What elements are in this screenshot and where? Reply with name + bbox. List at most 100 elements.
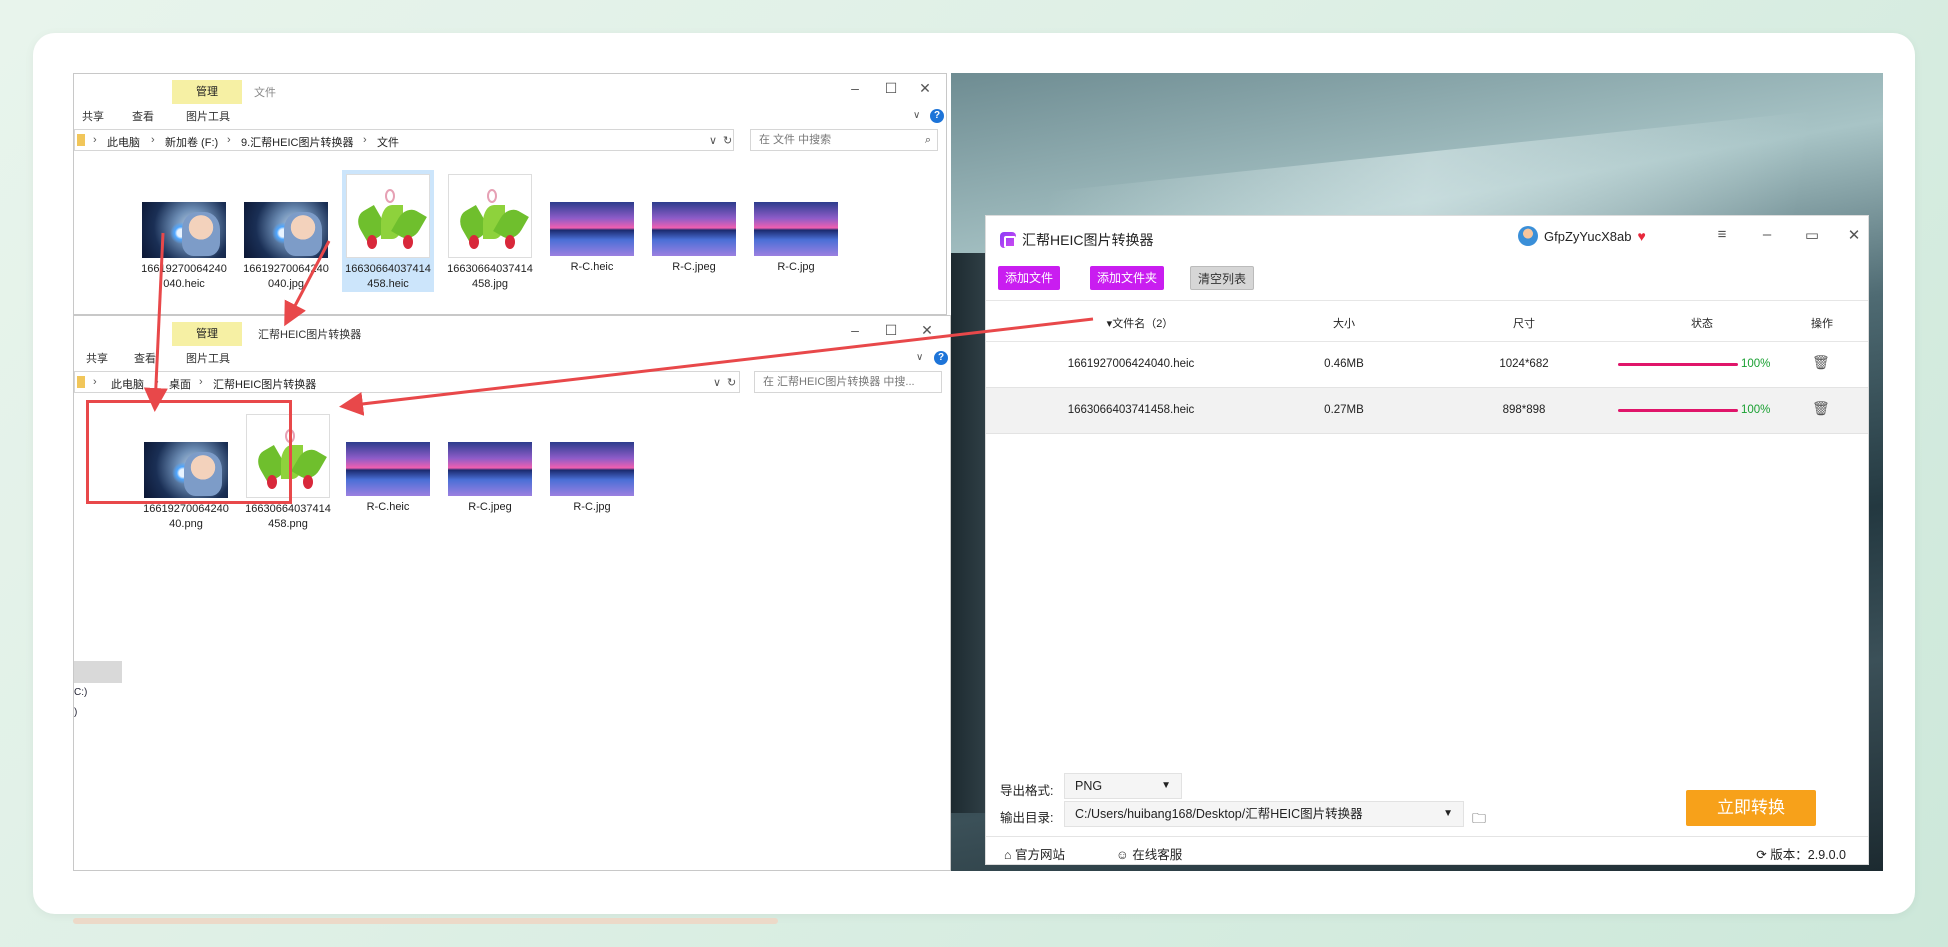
column-status: 状态 — [1691, 318, 1713, 330]
tab-manage[interactable]: 管理 — [172, 322, 242, 346]
add-file-button[interactable]: 添加文件 — [998, 266, 1061, 290]
official-site-label: 官方网站 — [1015, 848, 1066, 862]
file-item[interactable]: R-C.jpeg — [648, 198, 740, 275]
trash-icon[interactable]: 🗑 — [1812, 400, 1830, 417]
maximize-icon[interactable]: ☐ — [880, 322, 902, 339]
convert-now-button[interactable]: 立即转换 — [1686, 790, 1816, 826]
chevron-down-icon[interactable]: ∨ — [916, 352, 923, 363]
address-bar[interactable]: › 此电脑 › 新加卷 (F:) › 9.汇帮HEIC图片转换器 › 文件 ∨ … — [74, 129, 734, 151]
trash-icon[interactable]: 🗑 — [1812, 354, 1830, 371]
lake-thumbnail — [754, 202, 838, 256]
file-name-line: 16619270064240 — [141, 263, 227, 275]
file-item[interactable]: 16619270064240 040.heic — [138, 198, 230, 292]
lake-thumbnail — [550, 442, 634, 496]
breadcrumb-desktop[interactable]: 桌面 — [169, 376, 191, 392]
refresh-icon: ⟳ — [1756, 848, 1767, 862]
tab-share[interactable]: 共享 — [82, 108, 104, 124]
online-service-link[interactable]: ☺ 在线客服 — [1116, 844, 1182, 863]
lake-thumbnail — [346, 442, 430, 496]
version-info[interactable]: ⟳ 版本：2.9.0.0 — [1756, 844, 1846, 863]
column-name[interactable]: ▾文件名（2） — [1070, 315, 1210, 331]
output-dir-select[interactable]: C:/Users/huibang168/Desktop/汇帮HEIC图片转换器 ▼ — [1064, 801, 1464, 827]
tab-view[interactable]: 查看 — [134, 350, 156, 366]
file-item[interactable]: R-C.jpg — [546, 438, 638, 515]
sidebar-selected-item[interactable] — [74, 661, 122, 683]
tab-share[interactable]: 共享 — [86, 350, 108, 366]
file-size: 0.27MB — [1324, 404, 1364, 416]
help-icon[interactable]: ? — [930, 109, 944, 123]
horizontal-scrollbar[interactable] — [73, 918, 778, 924]
column-dimensions: 尺寸 — [1513, 318, 1535, 330]
tab-manage[interactable]: 管理 — [172, 80, 242, 104]
tab-picture-tools[interactable]: 图片工具 — [186, 108, 230, 124]
output-dir-label: 输出目录: — [1000, 811, 1054, 825]
tab-view[interactable]: 查看 — [132, 108, 154, 124]
close-icon[interactable]: ✕ — [916, 322, 938, 339]
file-name-line: 16619270064240 — [243, 263, 329, 275]
online-service-label: 在线客服 — [1132, 848, 1183, 862]
vip-heart-icon: ♥ — [1637, 228, 1646, 244]
version-label: 版本：2.9.0.0 — [1770, 848, 1846, 862]
highlight-box — [86, 400, 292, 504]
sidebar-drive-label[interactable]: C:) — [74, 687, 87, 698]
table-header: ▾文件名（2） 大小 尺寸 状态 操作 — [986, 300, 1868, 342]
export-format-select[interactable]: PNG ▼ — [1064, 773, 1182, 799]
tab-file[interactable]: 文件 — [254, 84, 276, 100]
search-input[interactable]: 在 汇帮HEIC图片转换器 中搜... — [754, 371, 942, 393]
refresh-icon[interactable]: ↻ — [727, 376, 736, 389]
breadcrumb-folder[interactable]: 9.汇帮HEIC图片转换器 — [241, 134, 353, 150]
breadcrumb-current[interactable]: 汇帮HEIC图片转换器 — [213, 376, 316, 392]
tab-picture-tools[interactable]: 图片工具 — [186, 350, 230, 366]
minimize-icon[interactable]: – — [844, 80, 866, 96]
explorer-window-output: 管理 汇帮HEIC图片转换器 共享 查看 图片工具 – ☐ ✕ ∨ ? › 此电… — [73, 315, 951, 871]
app-logo-icon — [1000, 232, 1016, 248]
file-item[interactable]: R-C.heic — [546, 198, 638, 275]
breadcrumb-this-pc[interactable]: 此电脑 — [111, 376, 144, 392]
chevron-down-icon[interactable]: ∨ — [709, 134, 717, 147]
chevron-down-icon[interactable]: ∨ — [913, 110, 920, 121]
file-item[interactable]: 16630664037414 458.heic — [342, 170, 434, 292]
lake-thumbnail — [448, 442, 532, 496]
clear-list-button[interactable]: 清空列表 — [1190, 266, 1255, 290]
address-bar[interactable]: › 此电脑 › 桌面 › 汇帮HEIC图片转换器 ∨ ↻ — [74, 371, 740, 393]
file-item[interactable]: 16630664037414 458.jpg — [444, 170, 536, 292]
file-item[interactable]: R-C.jpeg — [444, 438, 536, 515]
window-title: 汇帮HEIC图片转换器 — [258, 329, 362, 341]
maximize-icon[interactable]: ☐ — [880, 80, 902, 97]
file-name-line: 458.heic — [367, 278, 409, 290]
search-input[interactable]: 在 文件 中搜索 ⌕ — [750, 129, 938, 151]
home-icon: ⌂ — [1004, 848, 1012, 862]
breadcrumb-current[interactable]: 文件 — [377, 134, 399, 150]
export-format-label: 导出格式: — [1000, 784, 1054, 798]
photo-thumbnail — [142, 202, 226, 258]
breadcrumb-this-pc[interactable]: 此电脑 — [107, 134, 140, 150]
add-folder-button[interactable]: 添加文件夹 — [1090, 266, 1165, 290]
file-name-line: 458.jpg — [471, 278, 509, 290]
minimize-icon[interactable]: – — [844, 322, 866, 338]
minimize-icon[interactable]: – — [1757, 226, 1777, 243]
progress-percent: 100% — [1741, 358, 1771, 370]
menu-icon[interactable]: ≡ — [1712, 226, 1732, 243]
app-title: 汇帮HEIC图片转换器 — [1022, 232, 1154, 248]
open-folder-icon[interactable]: 🗀 — [1472, 808, 1486, 832]
file-item[interactable]: R-C.heic — [342, 438, 434, 515]
table-row[interactable]: 1663066403741458.heic 0.27MB 898*898 100… — [986, 388, 1868, 434]
file-size: 0.46MB — [1324, 358, 1364, 370]
sidebar-drive-label[interactable]: ) — [74, 707, 77, 718]
close-icon[interactable]: ✕ — [914, 80, 936, 97]
file-name-line: R-C.jpeg — [672, 261, 716, 273]
close-icon[interactable]: ✕ — [1844, 226, 1864, 244]
file-name-line: R-C.jpeg — [468, 501, 512, 513]
file-name-line: 16630664037414 — [245, 503, 331, 515]
breadcrumb-drive[interactable]: 新加卷 (F:) — [165, 134, 218, 150]
file-item[interactable]: R-C.jpg — [750, 198, 842, 275]
dropdown-arrow-icon: ▼ — [1161, 780, 1171, 791]
refresh-icon[interactable]: ↻ — [723, 134, 732, 147]
file-item[interactable]: 16619270064240 040.jpg — [240, 198, 332, 292]
help-icon[interactable]: ? — [934, 351, 948, 365]
user-account[interactable]: GfpZyYucX8ab ♥ — [1518, 224, 1646, 248]
chevron-down-icon[interactable]: ∨ — [713, 376, 721, 389]
official-site-link[interactable]: ⌂ 官方网站 — [1004, 844, 1065, 863]
maximize-icon[interactable]: ▭ — [1802, 226, 1822, 244]
table-row[interactable]: 1661927006424040.heic 0.46MB 1024*682 10… — [986, 342, 1868, 388]
